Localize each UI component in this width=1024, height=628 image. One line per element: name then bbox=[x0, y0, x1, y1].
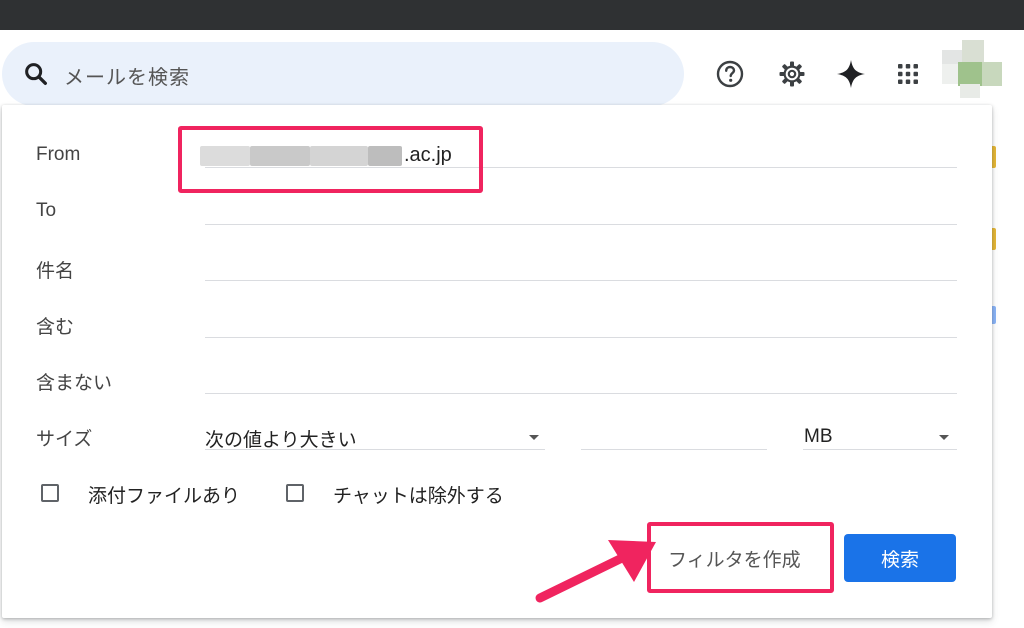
to-field[interactable] bbox=[205, 224, 957, 225]
exclude-chats-label[interactable]: チャットは除外する bbox=[333, 481, 504, 508]
to-label: To bbox=[36, 200, 57, 221]
chevron-down-icon[interactable] bbox=[939, 435, 949, 440]
apps-grid-icon[interactable] bbox=[892, 58, 924, 90]
chevron-down-icon[interactable] bbox=[529, 435, 539, 440]
size-label: サイズ bbox=[36, 429, 93, 450]
from-highlight-box bbox=[178, 126, 483, 193]
doesnt-have-label: 含まない bbox=[36, 373, 113, 394]
has-words-field[interactable] bbox=[205, 337, 957, 338]
browser-top-bar bbox=[0, 0, 1024, 30]
subject-field[interactable] bbox=[205, 280, 957, 281]
search-button[interactable]: 検索 bbox=[844, 534, 956, 582]
from-label: From bbox=[36, 144, 81, 165]
search-placeholder[interactable]: メールを検索 bbox=[64, 61, 190, 90]
create-filter-highlight-box bbox=[647, 522, 834, 593]
doesnt-have-field[interactable] bbox=[205, 393, 957, 394]
has-attachment-checkbox[interactable] bbox=[41, 484, 59, 502]
size-unit-select[interactable]: MB bbox=[804, 426, 833, 448]
annotation-arrow-icon bbox=[535, 540, 656, 603]
has-words-label: 含む bbox=[36, 317, 75, 338]
account-avatar[interactable] bbox=[942, 40, 1004, 100]
size-operator-select[interactable]: 次の値より大きい bbox=[205, 425, 357, 452]
sparkle-icon[interactable] bbox=[835, 58, 867, 90]
size-value-field[interactable] bbox=[581, 449, 767, 450]
search-icon[interactable] bbox=[22, 60, 50, 88]
exclude-chats-checkbox[interactable] bbox=[286, 484, 304, 502]
size-unit-underline bbox=[803, 449, 957, 450]
help-icon[interactable] bbox=[714, 58, 746, 90]
has-attachment-label[interactable]: 添付ファイルあり bbox=[88, 481, 240, 508]
search-bar[interactable]: メールを検索 bbox=[2, 42, 684, 106]
size-operator-underline bbox=[205, 449, 545, 450]
gear-icon[interactable] bbox=[776, 58, 808, 90]
subject-label: 件名 bbox=[36, 261, 75, 282]
